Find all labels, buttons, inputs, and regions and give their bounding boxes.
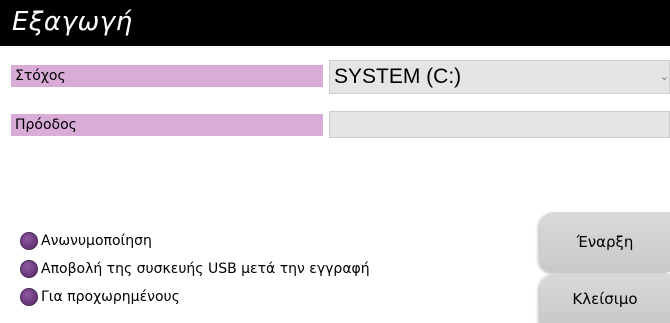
title-bar: Εξαγωγή — [0, 0, 670, 46]
chevron-down-icon[interactable]: ⌄ — [660, 70, 669, 83]
option-anonymize[interactable]: Ανωνυμοποίηση — [20, 231, 152, 251]
option-advanced-label: Για προχωρημένους — [41, 289, 180, 305]
progress-bar — [329, 111, 670, 138]
radio-eject-usb[interactable] — [20, 260, 38, 278]
start-button[interactable]: Έναρξη — [540, 212, 670, 272]
option-eject-usb-label: Αποβολή της συσκευής USB μετά την εγγραφ… — [41, 261, 370, 277]
target-label: Στόχος — [11, 65, 323, 87]
close-button[interactable]: Κλείσιμο — [540, 274, 670, 323]
option-advanced[interactable]: Για προχωρημένους — [20, 287, 180, 307]
progress-label: Πρόοδος — [11, 114, 323, 136]
target-dropdown[interactable]: SYSTEM (C:) ⌄ — [329, 60, 670, 94]
option-eject-usb[interactable]: Αποβολή της συσκευής USB μετά την εγγραφ… — [20, 259, 370, 279]
radio-anonymize[interactable] — [20, 232, 38, 250]
dialog-title: Εξαγωγή — [12, 7, 133, 37]
option-anonymize-label: Ανωνυμοποίηση — [41, 233, 152, 249]
target-selected-value: SYSTEM (C:) — [334, 65, 462, 88]
radio-advanced[interactable] — [20, 288, 38, 306]
